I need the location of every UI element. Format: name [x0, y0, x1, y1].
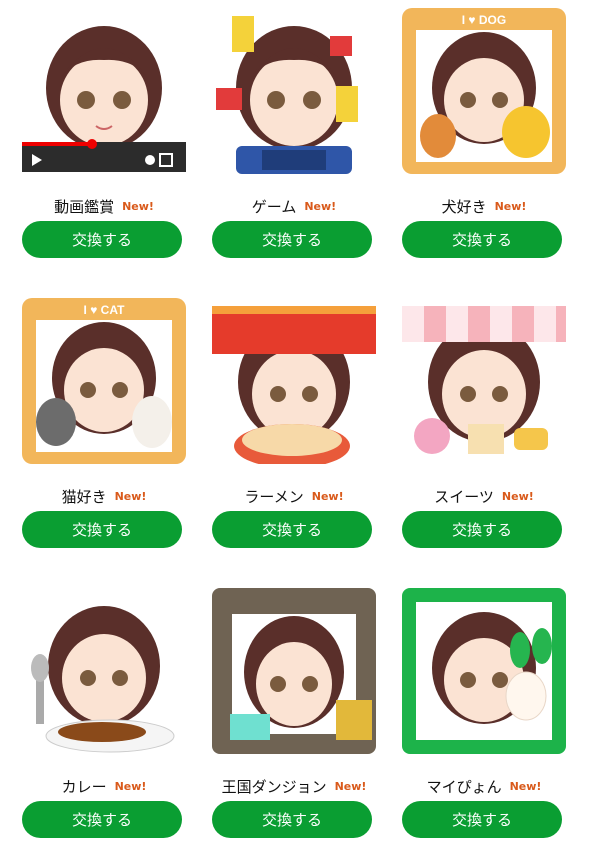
card-title-row: 犬好き New!: [398, 194, 570, 218]
reward-card-dungeon: 王国ダンジョン New! 交換する: [208, 580, 380, 838]
card-title: ラーメン: [244, 487, 304, 506]
new-badge: New!: [304, 199, 337, 213]
card-title: 動画鑑賞: [54, 197, 115, 216]
card-title: 王国ダンジョン: [221, 777, 327, 796]
reward-card-ramen: ラーメン New! 交換する: [208, 290, 380, 548]
card-title-row: カレー New!: [18, 774, 190, 798]
exchange-button[interactable]: 交換する: [212, 221, 372, 258]
new-badge: New!: [501, 489, 534, 503]
card-title-row: 王国ダンジョン New!: [208, 774, 380, 798]
exchange-button[interactable]: 交換する: [212, 801, 372, 838]
new-badge: New!: [114, 489, 147, 503]
new-badge: New!: [509, 779, 542, 793]
exchange-button[interactable]: 交換する: [22, 801, 182, 838]
card-title-row: マイぴょん New!: [398, 774, 570, 798]
reward-card-video: 動画鑑賞 New! 交換する: [18, 0, 190, 258]
curry-icon[interactable]: [22, 588, 186, 754]
card-title-row: 猫好き New!: [18, 484, 190, 508]
game-icon[interactable]: [212, 8, 376, 174]
exchange-button[interactable]: 交換する: [22, 511, 182, 548]
exchange-button[interactable]: 交換する: [22, 221, 182, 258]
new-badge: New!: [494, 199, 527, 213]
reward-card-my-pyon: マイぴょん New! 交換する: [398, 580, 570, 838]
new-badge: New!: [114, 779, 147, 793]
card-title: カレー: [61, 777, 107, 796]
card-title-row: 動画鑑賞 New!: [18, 194, 190, 218]
reward-card-game: ゲーム New! 交換する: [208, 0, 380, 258]
exchange-button[interactable]: 交換する: [402, 511, 562, 548]
my-pyon-icon[interactable]: [402, 588, 566, 754]
cat-lover-icon[interactable]: I ♥ CAT: [22, 298, 186, 464]
new-badge: New!: [122, 199, 154, 213]
sweets-icon[interactable]: [402, 298, 566, 464]
card-title: 犬好き: [441, 197, 487, 216]
card-title: 猫好き: [61, 487, 107, 506]
exchange-button[interactable]: 交換する: [402, 801, 562, 838]
ramen-icon[interactable]: [212, 298, 376, 464]
reward-grid: 動画鑑賞 New! 交換する ゲーム New! 交換する I ♥ DOG 犬好き…: [0, 0, 595, 858]
kingdom-dungeon-icon[interactable]: [212, 588, 376, 754]
exchange-button[interactable]: 交換する: [402, 221, 562, 258]
reward-card-cat: I ♥ CAT 猫好き New! 交換する: [18, 290, 190, 548]
card-title-row: スイーツ New!: [398, 484, 570, 508]
new-badge: New!: [334, 779, 367, 793]
card-title: ゲーム: [251, 197, 297, 216]
card-title: マイぴょん: [426, 777, 502, 796]
reward-card-curry: カレー New! 交換する: [18, 580, 190, 838]
card-title-row: ラーメン New!: [208, 484, 380, 508]
frame-text: I ♥ DOG: [462, 13, 506, 27]
new-badge: New!: [311, 489, 344, 503]
exchange-button[interactable]: 交換する: [212, 511, 372, 548]
card-title-row: ゲーム New!: [208, 194, 380, 218]
reward-card-sweets: スイーツ New! 交換する: [398, 290, 570, 548]
reward-card-dog: I ♥ DOG 犬好き New! 交換する: [398, 0, 570, 258]
video-viewing-icon[interactable]: [22, 8, 186, 174]
card-title: スイーツ: [434, 487, 494, 506]
frame-text: I ♥ CAT: [84, 303, 126, 317]
dog-lover-icon[interactable]: I ♥ DOG: [402, 8, 566, 174]
